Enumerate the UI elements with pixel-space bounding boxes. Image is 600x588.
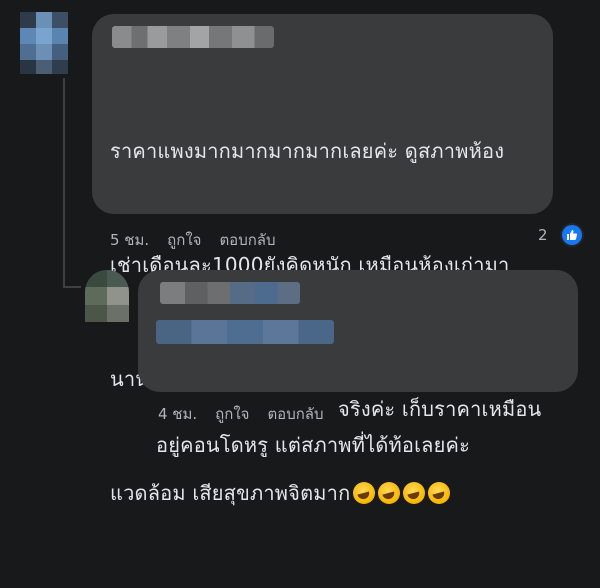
comment-text-line: ราคาแพงมากมากมากมากเลยค่ะ ดูสภาพห้อง <box>110 139 505 163</box>
commenter-name-blurred[interactable] <box>112 26 274 48</box>
reply-button[interactable]: ตอบกลับ <box>267 405 323 423</box>
like-button[interactable]: ถูกใจ <box>167 231 201 249</box>
comment-bubble: ราคาแพงมากมากมากมากเลยค่ะ ดูสภาพห้อง เช่… <box>92 14 553 505</box>
reply-timestamp[interactable]: 4 ชม. <box>158 405 197 423</box>
comment-actions: 5 ชม. ถูกใจ ตอบกลับ <box>110 228 276 252</box>
reply-text: อยู่คอนโดหรู แต่สภาพที่ได้ท้อเลยค่ะ <box>156 350 470 540</box>
like-button[interactable]: ถูกใจ <box>215 405 249 423</box>
like-icon <box>562 225 582 245</box>
reaction-count: 2 <box>538 226 548 244</box>
commenter-avatar[interactable] <box>20 12 68 74</box>
reply-bubble: จริงค่ะ เก็บราคาเหมือน อยู่คอนโดหรู แต่ส… <box>138 270 578 457</box>
reply-name-blurred[interactable] <box>160 282 300 304</box>
mentioned-user-blurred[interactable] <box>156 320 334 344</box>
reply-avatar[interactable] <box>85 270 129 322</box>
reaction-summary[interactable]: 2 <box>538 226 548 244</box>
reply-actions: 4 ชม. ถูกใจ ตอบกลับ <box>158 402 324 426</box>
reply-button[interactable]: ตอบกลับ <box>219 231 275 249</box>
reply-text-line: อยู่คอนโดหรู แต่สภาพที่ได้ท้อเลยค่ะ <box>156 433 471 457</box>
thread-connector-horizontal <box>63 286 81 288</box>
thread-connector-vertical <box>63 78 65 288</box>
comment-timestamp[interactable]: 5 ชม. <box>110 231 149 249</box>
